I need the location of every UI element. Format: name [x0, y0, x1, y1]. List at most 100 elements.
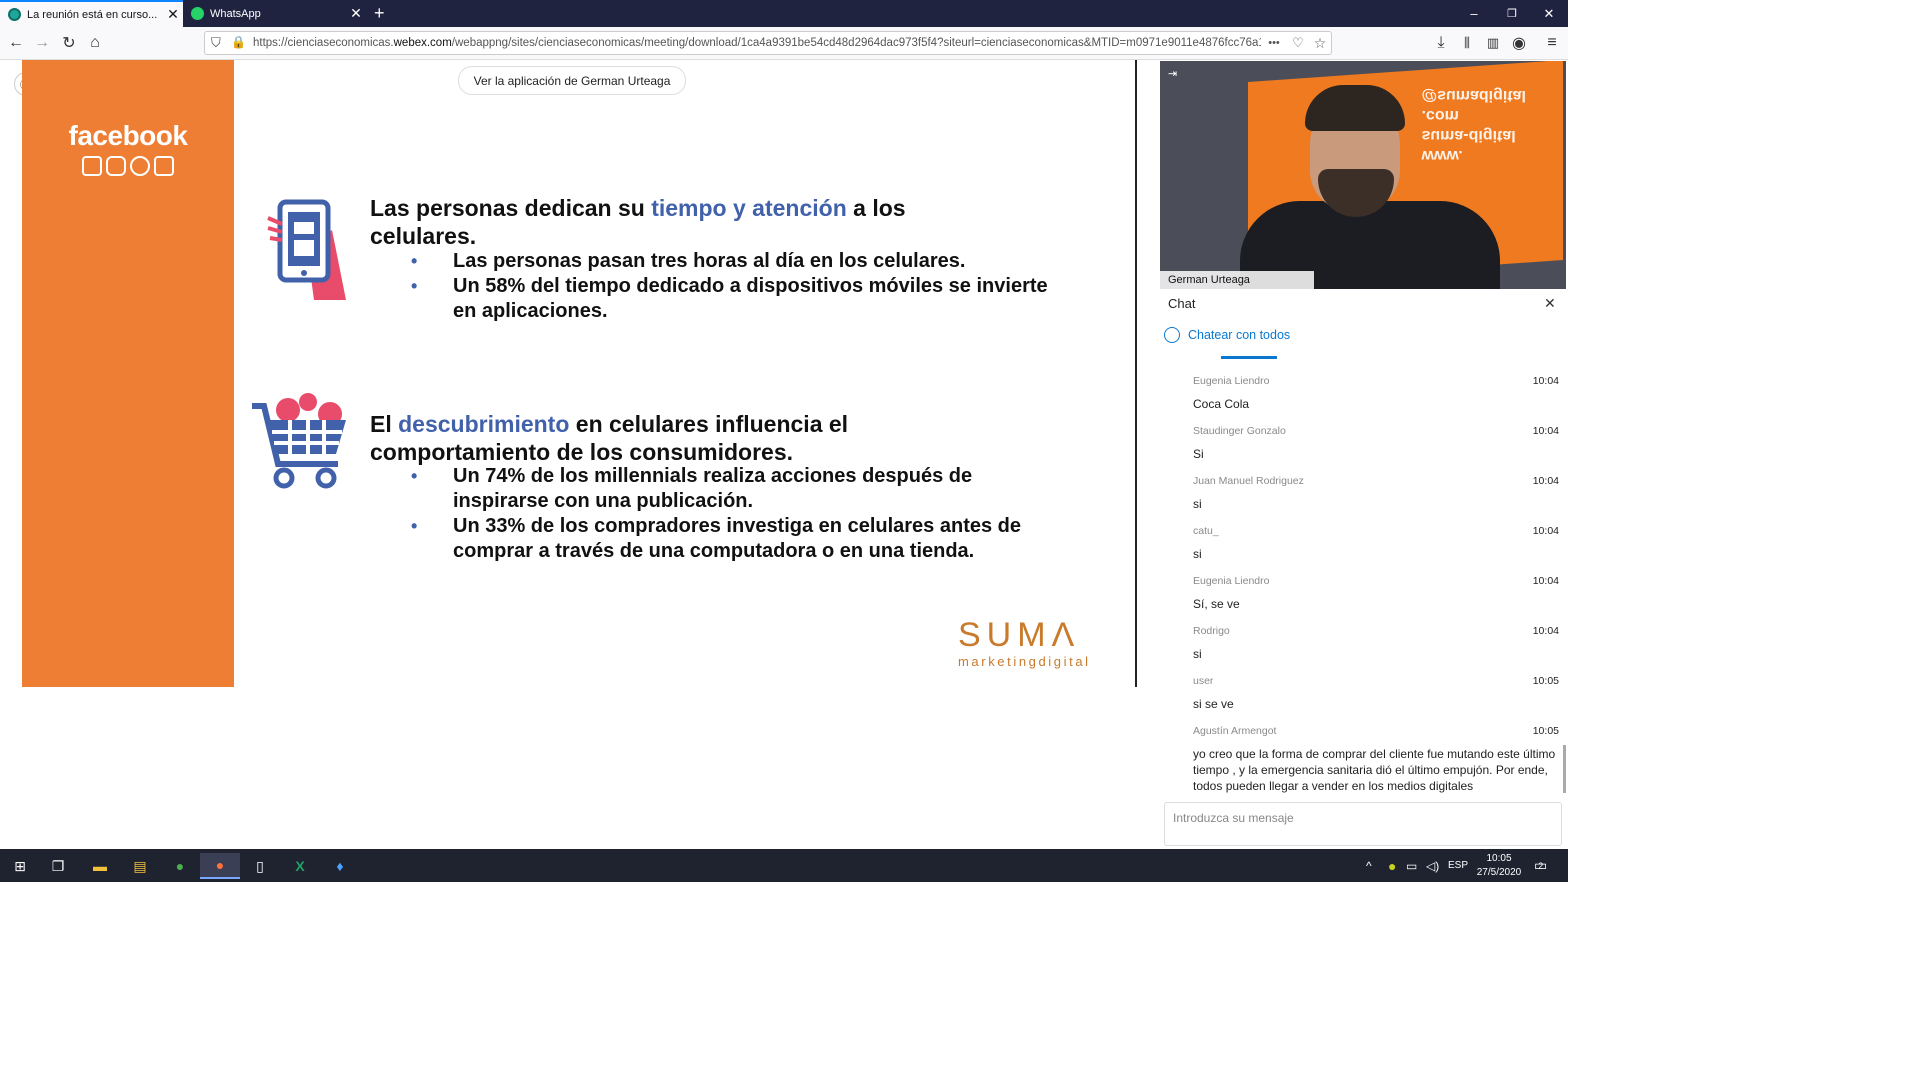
chat-recipient-selector[interactable]: Chatear con todos	[1188, 328, 1290, 342]
chat-sender: Eugenia Liendro	[1193, 375, 1270, 387]
slide-sidebar: facebook	[22, 60, 234, 687]
page-actions-icon[interactable]: •••	[1261, 37, 1287, 49]
bookmark-star-icon[interactable]: ☆	[1309, 35, 1331, 52]
chat-time: 10:04	[1532, 375, 1559, 387]
close-tab-icon[interactable]: ✕	[163, 6, 183, 23]
chrome-icon[interactable]: ●	[160, 853, 200, 879]
chat-time: 10:05	[1532, 675, 1559, 687]
chat-message: Rodrigo 10:04 si	[1193, 625, 1561, 662]
chat-message: Eugenia Liendro 10:04 Coca Cola	[1193, 375, 1561, 412]
facebook-icon	[82, 156, 102, 176]
chat-sender: Agustín Armengot	[1193, 725, 1277, 737]
slide-bullets-2: Un 74% de los millennials realiza accion…	[411, 464, 1033, 564]
chat-message: Eugenia Liendro 10:04 Sí, se ve	[1193, 575, 1561, 612]
chat-sender: Staudinger Gonzalo	[1193, 425, 1286, 437]
notes-icon[interactable]: ▯	[240, 853, 280, 879]
chat-time: 10:04	[1532, 575, 1559, 587]
whatsapp-icon	[154, 156, 174, 176]
tray-app-icon[interactable]: ●	[1388, 849, 1396, 882]
slide-headline-1: Las personas dedican su tiempo y atenció…	[370, 195, 906, 249]
chat-text: Sí, se ve	[1193, 597, 1240, 611]
view-app-button[interactable]: Ver la aplicación de German Urteaga	[458, 66, 686, 95]
bullet-item: Las personas pasan tres horas al día en …	[411, 249, 1053, 274]
excel-icon[interactable]: X	[280, 853, 320, 879]
home-icon[interactable]: ⌂	[84, 32, 106, 54]
chat-text: si	[1193, 497, 1202, 511]
chat-message: Agustín Armengot 10:05 yo creo que la fo…	[1193, 725, 1561, 794]
address-bar[interactable]: ⛉ 🔒 https://cienciaseconomicas.webex.com…	[204, 31, 1332, 55]
chat-sender: catu_	[1193, 525, 1219, 537]
tray-chevron-icon[interactable]: ^	[1366, 849, 1372, 882]
participant-video[interactable]: www. suma-digital .com @sumadigital ⇥	[1160, 61, 1566, 289]
chat-scrollbar[interactable]	[1563, 745, 1566, 793]
url-text[interactable]: https://cienciaseconomicas.webex.com/web…	[253, 37, 1261, 49]
bullet-item: Un 33% de los compradores investiga en c…	[411, 514, 1033, 564]
chat-text: yo creo que la forma de comprar del clie…	[1193, 747, 1556, 793]
whatsapp-icon	[191, 7, 204, 20]
notifications-icon[interactable]: ▭ 2	[1534, 849, 1547, 882]
chat-time: 10:05	[1532, 725, 1559, 737]
menu-icon[interactable]: ≡	[1541, 32, 1563, 54]
file-manager-icon[interactable]: ▤	[120, 853, 160, 879]
chat-sender: user	[1193, 675, 1214, 687]
facebook-logo: facebook	[68, 120, 188, 151]
windows-taskbar: ⊞ ❐ ▬ ▤ ● ● ▯ X ♦ ^ ● ▭ ◁) ESP 10:05 27/…	[0, 849, 1568, 882]
chat-text: Si	[1193, 447, 1204, 461]
lock-icon[interactable]: 🔒	[231, 35, 246, 49]
chat-panel: Chat ✕ Chatear con todos Eugenia Liendro…	[1160, 289, 1568, 849]
windows-start-icon[interactable]: ⊞	[0, 853, 40, 879]
webex-icon	[8, 8, 21, 21]
slide-content	[234, 60, 1137, 687]
forward-icon[interactable]: →	[31, 32, 53, 54]
restore-button[interactable]: ❐	[1493, 0, 1531, 27]
account-icon[interactable]: ◉	[1508, 32, 1530, 54]
chat-time: 10:04	[1532, 475, 1559, 487]
minimize-button[interactable]: –	[1455, 0, 1493, 27]
reload-icon[interactable]: ↻	[58, 32, 80, 54]
browser-nav-bar: ← → ↻ ⌂ ⛉ 🔒 https://cienciaseconomicas.w…	[0, 27, 1568, 60]
chat-text: Coca Cola	[1193, 397, 1250, 411]
tab-whatsapp[interactable]: WhatsApp ✕	[183, 0, 366, 27]
shield-icon[interactable]: ⛉	[211, 35, 221, 51]
new-tab-button[interactable]: +	[368, 0, 394, 27]
close-tab-icon[interactable]: ✕	[346, 5, 366, 22]
chat-text: si se ve	[1193, 697, 1234, 711]
file-explorer-icon[interactable]: ▬	[80, 853, 120, 879]
droplet-app-icon[interactable]: ♦	[320, 853, 360, 879]
firefox-icon[interactable]: ●	[200, 853, 240, 879]
back-icon[interactable]: ←	[5, 32, 27, 54]
tab-webex-meeting[interactable]: La reunión está en curso... ✕	[0, 0, 183, 27]
chat-message-input[interactable]: Introduzca su mensaje	[1164, 802, 1562, 846]
chat-tab-indicator	[1221, 356, 1277, 359]
tab-title: La reunión está en curso...	[27, 8, 158, 21]
chat-message: user 10:05 si se ve	[1193, 675, 1561, 712]
chat-time: 10:04	[1532, 525, 1559, 537]
suma-logo: SUMΛ marketingdigital	[958, 616, 1091, 669]
chat-header: Chat	[1168, 296, 1196, 311]
chat-sender: Eugenia Liendro	[1193, 575, 1270, 587]
language-indicator[interactable]: ESP	[1448, 849, 1468, 882]
mobile-phone-icon	[267, 199, 346, 300]
bullet-item: Un 58% del tiempo dedicado a dispositivo…	[411, 274, 1053, 324]
network-icon[interactable]: ▭	[1406, 849, 1417, 882]
chat-sender: Juan Manuel Rodriguez	[1193, 475, 1304, 487]
downloads-icon[interactable]: ⤓	[1430, 32, 1452, 54]
clock[interactable]: 10:05 27/5/2020	[1476, 849, 1522, 882]
sidebar-icon[interactable]: ▥	[1482, 32, 1504, 54]
chat-message: catu_ 10:04 si	[1193, 525, 1561, 562]
pocket-icon[interactable]: ♡	[1287, 35, 1309, 51]
library-icon[interactable]: ⫼	[1456, 32, 1478, 54]
close-chat-icon[interactable]: ✕	[1544, 295, 1556, 312]
tab-title: WhatsApp	[210, 7, 261, 20]
slide-bullets-1: Las personas pasan tres horas al día en …	[411, 249, 1053, 324]
close-window-button[interactable]: ✕	[1530, 0, 1568, 27]
instagram-icon	[106, 156, 126, 176]
task-view-icon[interactable]: ❐	[38, 853, 78, 879]
browser-tab-bar: La reunión está en curso... ✕ WhatsApp ✕…	[0, 0, 1568, 27]
chat-sender: Rodrigo	[1193, 625, 1230, 637]
clock-date: 27/5/2020	[1476, 866, 1522, 878]
volume-icon[interactable]: ◁)	[1426, 849, 1439, 882]
expand-video-icon[interactable]: ⇥	[1168, 67, 1182, 81]
banner-text: www. suma-digital .com @sumadigital	[1421, 87, 1526, 164]
facebook-apps-icons	[82, 156, 174, 176]
